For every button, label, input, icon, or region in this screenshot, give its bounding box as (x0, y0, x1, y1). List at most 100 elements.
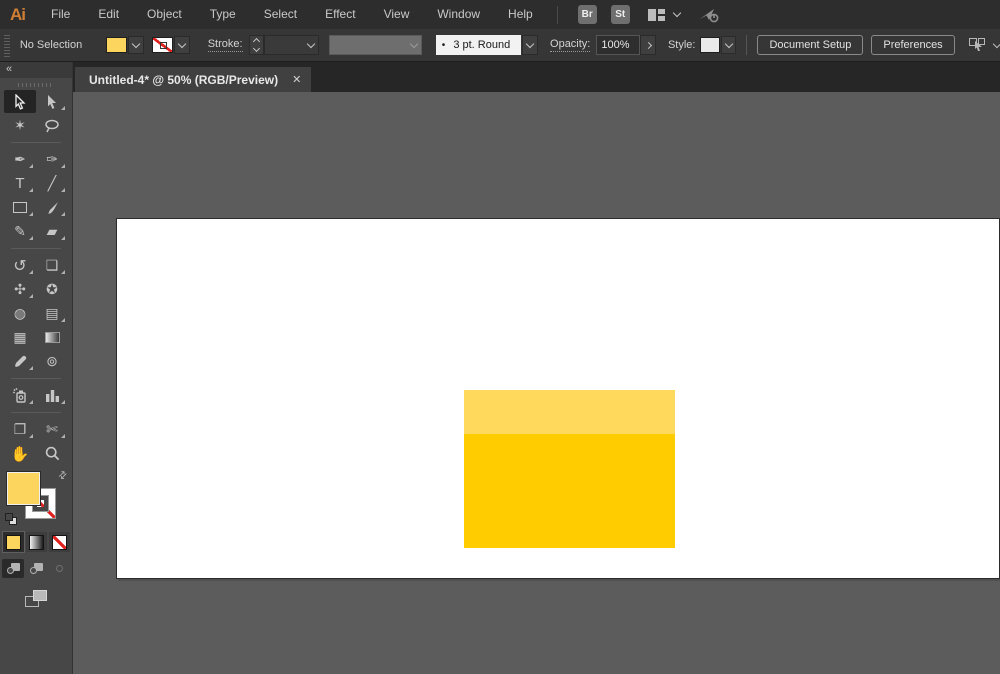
stroke-weight-stepper[interactable] (249, 35, 265, 55)
lasso-tool[interactable] (36, 114, 68, 137)
menu-file[interactable]: File (37, 0, 84, 29)
pen-tool[interactable]: ✒ (4, 148, 36, 171)
stroke-weight-dropdown[interactable] (264, 35, 318, 55)
gpu-performance-icon[interactable] (698, 6, 720, 24)
eyedropper-tool[interactable] (4, 350, 36, 373)
change-screen-mode-button[interactable] (25, 590, 47, 607)
fill-proxy-swatch[interactable] (7, 472, 40, 505)
draw-normal-button[interactable] (2, 559, 24, 578)
style-swatch[interactable] (700, 37, 719, 53)
style-label: Style: (668, 39, 696, 51)
selection-tool[interactable] (4, 90, 36, 113)
hand-tool[interactable]: ✋ (4, 442, 36, 465)
gradient-button[interactable] (26, 532, 47, 552)
curvature-icon: ✑ (46, 151, 58, 168)
default-fill-stroke-icon[interactable] (5, 513, 17, 525)
opacity-arrow-button[interactable] (640, 35, 656, 55)
opacity-panel-link[interactable]: Opacity: (550, 38, 590, 52)
column-graph-tool[interactable] (36, 384, 68, 407)
align-options-icon[interactable] (969, 38, 986, 52)
document-setup-button[interactable]: Document Setup (757, 35, 863, 55)
line-segment-icon: ╱ (48, 175, 56, 192)
rotate-icon: ↺ (13, 256, 26, 276)
menu-window[interactable]: Window (423, 0, 494, 29)
chevron-down-icon[interactable] (993, 39, 1000, 47)
chevron-down-icon[interactable] (672, 9, 680, 17)
yellow-rectangle-shape[interactable] (464, 390, 675, 548)
gradient-tool[interactable] (36, 326, 68, 349)
slice-tool[interactable]: ✄ (36, 418, 68, 441)
document-tab[interactable]: Untitled-4* @ 50% (RGB/Preview) ✕ (75, 67, 311, 92)
blend-tool[interactable]: ⊚ (36, 350, 68, 373)
fill-stroke-indicator: ⇄ (0, 469, 72, 527)
artboard[interactable] (116, 218, 1000, 579)
menu-view[interactable]: View (370, 0, 424, 29)
shape-builder-tool[interactable]: ◍ (4, 302, 36, 325)
zoom-icon (45, 446, 60, 461)
magic-wand-icon: ✶ (14, 117, 26, 134)
stroke-dropdown-button[interactable] (174, 36, 190, 54)
shaper-tool[interactable]: ✎ (4, 220, 36, 243)
fill-dropdown-button[interactable] (128, 36, 144, 54)
style-dropdown-button[interactable] (721, 36, 737, 54)
canvas-area[interactable] (73, 92, 1000, 674)
brush-definition-dropdown[interactable]: • 3 pt. Round (436, 35, 522, 55)
menu-type[interactable]: Type (196, 0, 250, 29)
menu-select[interactable]: Select (250, 0, 311, 29)
divider (11, 248, 61, 249)
paintbrush-tool[interactable] (36, 196, 68, 219)
panel-grip[interactable] (18, 83, 54, 87)
direct-selection-tool[interactable] (36, 90, 68, 113)
panel-grip[interactable] (4, 33, 10, 57)
color-button[interactable] (3, 532, 24, 552)
perspective-grid-tool[interactable]: ▤ (36, 302, 68, 325)
mesh-tool[interactable]: ▦ (4, 326, 36, 349)
shape-bottom-band[interactable] (464, 434, 675, 548)
fill-color-swatch[interactable] (106, 37, 127, 53)
hand-icon: ✋ (11, 445, 30, 463)
puppet-warp-tool[interactable]: ✪ (36, 278, 68, 301)
stroke-color-swatch[interactable] (152, 37, 173, 53)
menu-effect[interactable]: Effect (311, 0, 369, 29)
slice-icon: ✄ (46, 421, 58, 438)
gradient-chip-icon (29, 535, 44, 550)
close-tab-icon[interactable]: ✕ (292, 73, 301, 86)
menu-help[interactable]: Help (494, 0, 547, 29)
none-button[interactable] (49, 532, 70, 552)
swap-fill-stroke-icon[interactable]: ⇄ (56, 469, 70, 483)
divider (11, 412, 61, 413)
zoom-tool[interactable] (36, 442, 68, 465)
magic-wand-tool[interactable]: ✶ (4, 114, 36, 137)
menubar: Ai File Edit Object Type Select Effect V… (0, 0, 1000, 29)
divider (557, 6, 558, 24)
none-chip-icon (52, 535, 67, 550)
blend-icon: ⊚ (46, 353, 58, 370)
draw-behind-button[interactable] (25, 559, 47, 578)
width-tool[interactable]: ✣ (4, 278, 36, 301)
line-segment-tool[interactable]: ╱ (36, 172, 68, 195)
menu-edit[interactable]: Edit (84, 0, 133, 29)
collapse-panel-button[interactable]: « (0, 62, 72, 78)
curvature-tool[interactable]: ✑ (36, 148, 68, 171)
menu-object[interactable]: Object (133, 0, 196, 29)
shape-top-band[interactable] (464, 390, 675, 434)
rectangle-icon (13, 202, 27, 213)
gradient-icon (45, 332, 60, 343)
perspective-grid-icon: ▤ (45, 305, 58, 322)
workspace-switcher-icon[interactable] (648, 9, 665, 21)
shape-builder-icon: ◍ (14, 305, 26, 322)
brush-definition-chevron[interactable] (522, 35, 538, 55)
scale-tool[interactable]: ❏ (36, 254, 68, 277)
stroke-panel-link[interactable]: Stroke: (208, 38, 243, 52)
brush-preview-icon: • (442, 40, 446, 51)
eraser-tool[interactable]: ▰ (36, 220, 68, 243)
type-tool[interactable]: T (4, 172, 36, 195)
opacity-input[interactable] (596, 35, 640, 55)
symbol-sprayer-tool[interactable] (4, 384, 36, 407)
preferences-button[interactable]: Preferences (871, 35, 954, 55)
artboard-tool[interactable]: ❐ (4, 418, 36, 441)
bridge-button[interactable]: Br (578, 5, 597, 24)
rectangle-tool[interactable] (4, 196, 36, 219)
stock-button[interactable]: St (611, 5, 630, 24)
rotate-tool[interactable]: ↺ (4, 254, 36, 277)
